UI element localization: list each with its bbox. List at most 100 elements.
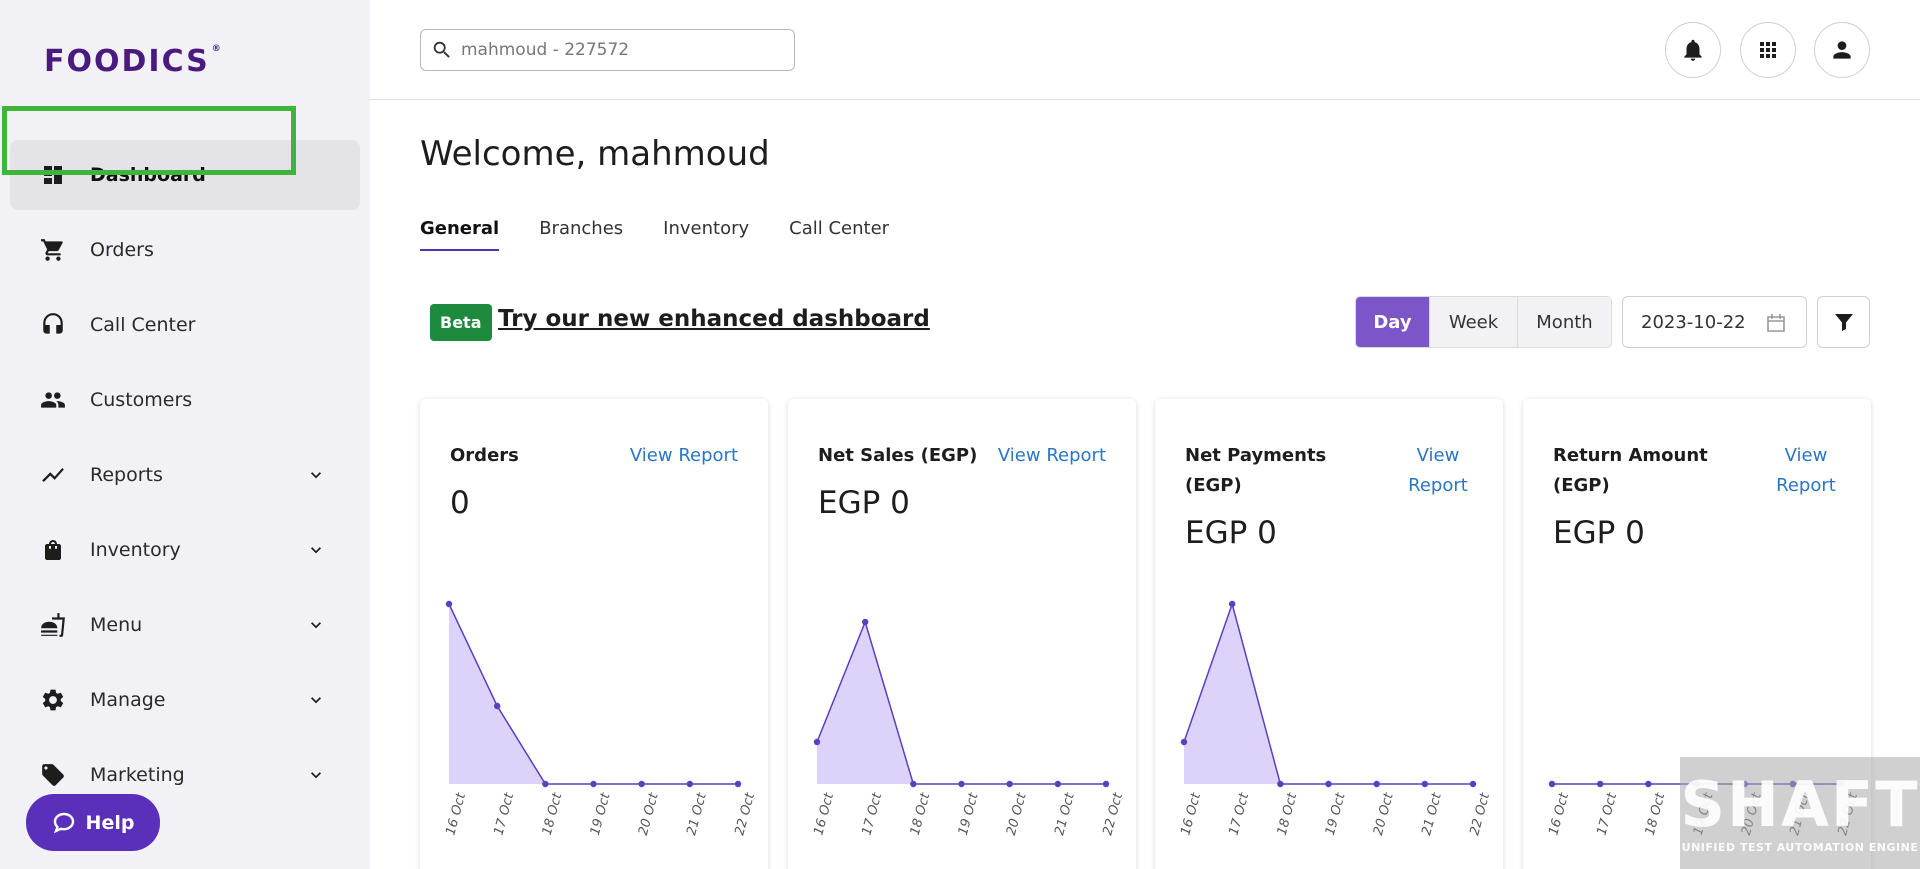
sidebar-item-reports[interactable]: Reports xyxy=(10,440,360,510)
chevron-down-icon xyxy=(311,772,321,779)
x-tick-label: 20 Oct xyxy=(636,791,662,837)
menu-food-icon xyxy=(40,612,66,638)
chart-point[interactable] xyxy=(958,780,965,788)
foodics-logo[interactable]: FOODICS ® xyxy=(44,44,223,79)
sidebar-item-dashboard[interactable]: Dashboard xyxy=(10,140,360,210)
logo-text: FOODICS xyxy=(44,44,210,79)
chart-point[interactable] xyxy=(590,780,597,788)
sidebar: FOODICS ® Dashboard Orders Call Center Cu… xyxy=(0,0,370,869)
x-tick-label: 18 Oct xyxy=(540,791,566,837)
chart-point[interactable] xyxy=(861,618,869,626)
x-tick-label: 22 Oct xyxy=(732,791,758,837)
sidebar-item-label: Manage xyxy=(90,689,166,711)
chart-point[interactable] xyxy=(542,780,549,788)
notifications-button[interactable] xyxy=(1665,22,1721,78)
sidebar-item-label: Menu xyxy=(90,614,143,636)
x-tick-label: 19 Oct xyxy=(1323,791,1349,837)
trending-icon xyxy=(40,462,66,488)
tab-branches[interactable]: Branches xyxy=(539,218,623,251)
calendar-icon xyxy=(1767,314,1785,332)
tab-call-center[interactable]: Call Center xyxy=(789,218,889,251)
period-month-button[interactable]: Month xyxy=(1517,297,1611,347)
people-icon xyxy=(40,387,66,413)
x-tick-label: 20 Oct xyxy=(1004,791,1030,837)
x-tick-label: 19 Oct xyxy=(588,791,614,837)
help-button[interactable]: Help xyxy=(26,794,160,851)
headset-icon xyxy=(40,312,66,338)
tab-general[interactable]: General xyxy=(420,218,500,251)
chart-point[interactable] xyxy=(445,600,453,608)
watermark-subtitle: UNIFIED TEST AUTOMATION ENGINE xyxy=(1681,840,1919,854)
tab-inventory[interactable]: Inventory xyxy=(663,218,749,251)
enhanced-dashboard-link[interactable]: Try our new enhanced dashboard xyxy=(498,306,930,332)
chart-point[interactable] xyxy=(1180,738,1188,746)
sidebar-item-label: Customers xyxy=(90,389,193,411)
date-picker[interactable]: 2023-10-22 xyxy=(1622,296,1807,348)
sidebar-item-label: Call Center xyxy=(90,314,196,336)
chart-point[interactable] xyxy=(1645,780,1652,788)
sidebar-item-menu[interactable]: Menu xyxy=(10,590,360,660)
period-day-button[interactable]: Day xyxy=(1356,297,1429,347)
chart-point[interactable] xyxy=(1054,780,1062,788)
x-tick-label: 21 Oct xyxy=(1052,791,1078,837)
sidebar-item-label: Marketing xyxy=(90,764,185,786)
period-week-button[interactable]: Week xyxy=(1429,297,1517,347)
chart-point[interactable] xyxy=(1325,780,1332,788)
chart-area xyxy=(1184,604,1473,784)
chart-point[interactable] xyxy=(638,780,645,788)
chart-point[interactable] xyxy=(1373,780,1380,788)
beta-badge: Beta xyxy=(430,304,492,341)
chart-point[interactable] xyxy=(493,702,501,710)
chart-point[interactable] xyxy=(1277,780,1284,788)
sidebar-item-inventory[interactable]: Inventory xyxy=(10,515,360,585)
sidebar-item-orders[interactable]: Orders xyxy=(10,215,360,285)
sidebar-item-call-center[interactable]: Call Center xyxy=(10,290,360,360)
x-tick-label: 20 Oct xyxy=(1371,791,1397,837)
x-tick-label: 18 Oct xyxy=(1275,791,1301,837)
sidebar-item-customers[interactable]: Customers xyxy=(10,365,360,435)
net-sales-card: Net Sales (EGP) View Report EGP 0 16 Oct… xyxy=(788,399,1136,869)
help-label: Help xyxy=(85,811,135,834)
filter-button[interactable] xyxy=(1817,296,1870,348)
net-payments-chart: 16 Oct 17 Oct 18 Oct 19 Oct 20 Oct 21 Oct 22 O… xyxy=(1178,600,1493,837)
x-tick-label: 16 Oct xyxy=(811,791,837,837)
chart-point[interactable] xyxy=(1469,780,1477,788)
chart-area xyxy=(449,604,738,784)
sidebar-item-manage[interactable]: Manage xyxy=(10,665,360,735)
chart-point[interactable] xyxy=(1102,780,1110,788)
search-box[interactable] xyxy=(420,29,795,71)
chart-point[interactable] xyxy=(686,780,694,788)
chart-point[interactable] xyxy=(813,738,821,746)
tag-icon xyxy=(40,762,66,788)
chevron-down-icon xyxy=(311,697,321,704)
chevron-down-icon xyxy=(311,547,321,554)
chevron-down-icon xyxy=(311,472,321,479)
period-selector: Day Week Month xyxy=(1355,296,1612,348)
chart-point[interactable] xyxy=(1421,780,1429,788)
x-tick-label: 21 Oct xyxy=(1419,791,1445,837)
chart-point[interactable] xyxy=(910,780,917,788)
chart-point[interactable] xyxy=(1596,780,1604,788)
x-tick-label: 17 Oct xyxy=(1595,791,1621,837)
page-title: Welcome, mahmoud xyxy=(420,134,770,174)
bell-icon xyxy=(1684,39,1702,61)
filter-icon xyxy=(1834,314,1853,331)
x-tick-label: 18 Oct xyxy=(1643,791,1669,837)
logo-mark: ® xyxy=(211,44,223,54)
chart-point[interactable] xyxy=(1228,600,1236,608)
x-tick-label: 22 Oct xyxy=(1467,791,1493,837)
search-icon xyxy=(433,41,450,58)
sidebar-item-label: Dashboard xyxy=(90,164,206,186)
apps-button[interactable] xyxy=(1740,22,1796,78)
x-tick-label: 17 Oct xyxy=(1227,791,1253,837)
chart-point[interactable] xyxy=(1548,780,1556,788)
chart-point[interactable] xyxy=(1006,780,1013,788)
user-icon xyxy=(1833,41,1851,59)
chart-point[interactable] xyxy=(734,780,742,788)
search-input[interactable] xyxy=(461,40,761,60)
sidebar-item-label: Inventory xyxy=(90,539,181,561)
x-tick-label: 16 Oct xyxy=(443,791,469,837)
profile-button[interactable] xyxy=(1814,22,1870,78)
orders-card: Orders View Report 0 16 Oct 17 Oct 18 Oct 1… xyxy=(420,399,768,869)
chart-area xyxy=(817,622,1106,784)
